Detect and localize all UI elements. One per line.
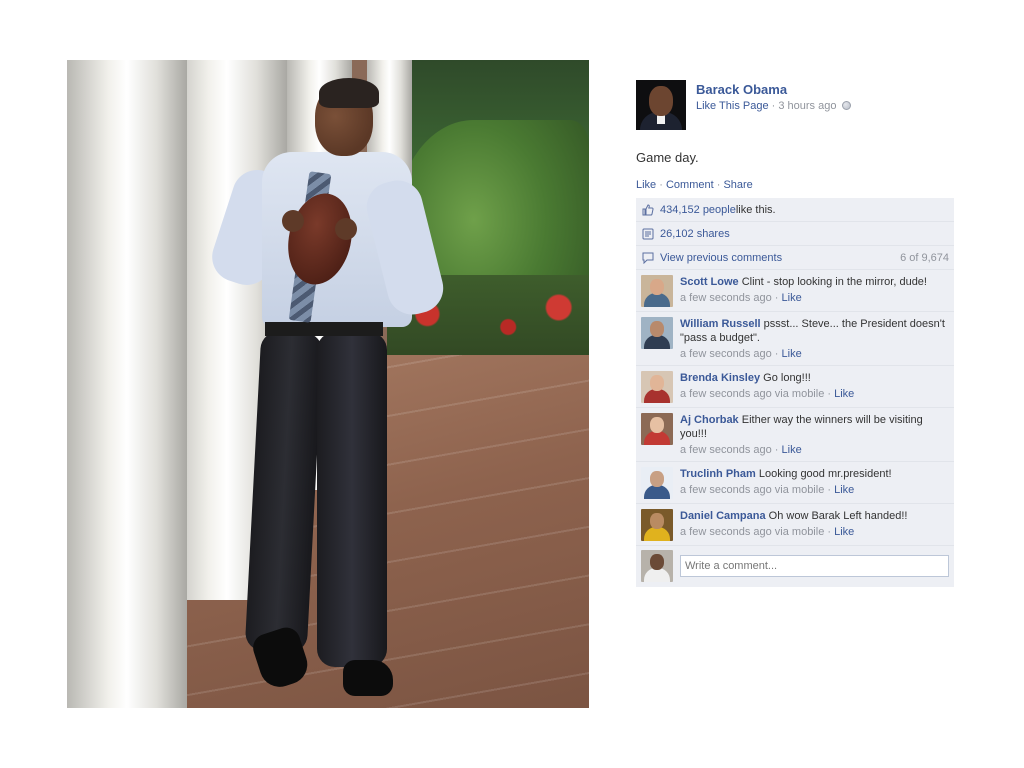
- comment-timestamp[interactable]: a few seconds ago: [680, 292, 772, 304]
- like-link[interactable]: Like: [636, 179, 656, 191]
- shares-count-link[interactable]: 26,102 shares: [660, 228, 730, 240]
- globe-icon[interactable]: [841, 101, 851, 110]
- commenter-avatar[interactable]: [641, 275, 673, 307]
- comment-timestamp[interactable]: a few seconds ago: [680, 348, 772, 360]
- viewer-avatar: [641, 550, 673, 582]
- view-previous-row: View previous comments 6 of 9,674: [636, 246, 954, 270]
- commenter-avatar[interactable]: [641, 413, 673, 445]
- speech-bubble-icon: [641, 251, 655, 265]
- comment-timestamp[interactable]: a few seconds ago: [680, 444, 772, 456]
- comment-timestamp[interactable]: a few seconds ago: [680, 388, 772, 400]
- share-icon: [641, 227, 655, 241]
- write-comment-input[interactable]: [680, 555, 949, 577]
- comment-item: William Russell pssst... Steve... the Pr…: [636, 312, 954, 366]
- post-panel: Barack Obama Like This Page · 3 hours ag…: [636, 80, 954, 587]
- comment-item: Scott Lowe Clint - stop looking in the m…: [636, 270, 954, 312]
- post-photo[interactable]: [67, 60, 589, 708]
- post-actions: Like · Comment · Share: [636, 179, 753, 191]
- comment-like-link[interactable]: Like: [782, 292, 802, 304]
- post-meta: Like This Page · 3 hours ago: [696, 100, 851, 112]
- commenter-avatar[interactable]: [641, 509, 673, 541]
- comment-text: Go long!!!: [760, 372, 811, 384]
- comment-item: Aj Chorbak Either way the winners will b…: [636, 408, 954, 462]
- commenter-avatar[interactable]: [641, 317, 673, 349]
- author-name-link[interactable]: Barack Obama: [696, 82, 851, 97]
- feedback-box: 434,152 people like this. 26,102 shares …: [636, 198, 954, 587]
- comment-item: Truclinh Pham Looking good mr.president!…: [636, 462, 954, 504]
- comment-text: Clint - stop looking in the mirror, dude…: [738, 276, 927, 288]
- view-previous-comments-link[interactable]: View previous comments: [660, 252, 782, 264]
- comment-like-link[interactable]: Like: [834, 484, 854, 496]
- likes-count-link[interactable]: 434,152 people: [660, 204, 736, 216]
- comment-link[interactable]: Comment: [666, 179, 714, 191]
- comment-text: Oh wow Barak Left handed!!: [765, 510, 908, 522]
- post-header: Barack Obama Like This Page · 3 hours ag…: [636, 80, 954, 130]
- column: [67, 60, 187, 708]
- comment-like-link[interactable]: Like: [834, 388, 854, 400]
- comment-composer: [636, 546, 954, 587]
- comment-timestamp[interactable]: a few seconds ago: [680, 484, 772, 496]
- shares-row: 26,102 shares: [636, 222, 954, 246]
- comment-item: Brenda Kinsley Go long!!! a few seconds …: [636, 366, 954, 408]
- commenter-name-link[interactable]: Scott Lowe: [680, 276, 739, 288]
- comment-count: 6 of 9,674: [900, 251, 949, 264]
- comment-like-link[interactable]: Like: [834, 526, 854, 538]
- comment-text: Looking good mr.president!: [755, 468, 892, 480]
- thumbs-up-icon: [641, 203, 655, 217]
- commenter-avatar[interactable]: [641, 467, 673, 499]
- post-status-text: Game day.: [636, 150, 699, 165]
- share-link[interactable]: Share: [723, 179, 752, 191]
- commenter-name-link[interactable]: Aj Chorbak: [680, 414, 739, 426]
- comment-like-link[interactable]: Like: [782, 444, 802, 456]
- comment-timestamp[interactable]: a few seconds ago: [680, 526, 772, 538]
- like-page-link[interactable]: Like This Page: [696, 100, 769, 112]
- commenter-name-link[interactable]: Brenda Kinsley: [680, 372, 760, 384]
- commenter-name-link[interactable]: Daniel Campana: [680, 510, 766, 522]
- author-avatar[interactable]: [636, 80, 686, 130]
- commenter-name-link[interactable]: William Russell: [680, 318, 761, 330]
- commenter-avatar[interactable]: [641, 371, 673, 403]
- comment-like-link[interactable]: Like: [782, 348, 802, 360]
- likes-row: 434,152 people like this.: [636, 198, 954, 222]
- comment-item: Daniel Campana Oh wow Barak Left handed!…: [636, 504, 954, 546]
- commenter-name-link[interactable]: Truclinh Pham: [680, 468, 756, 480]
- post-timestamp[interactable]: 3 hours ago: [778, 100, 836, 112]
